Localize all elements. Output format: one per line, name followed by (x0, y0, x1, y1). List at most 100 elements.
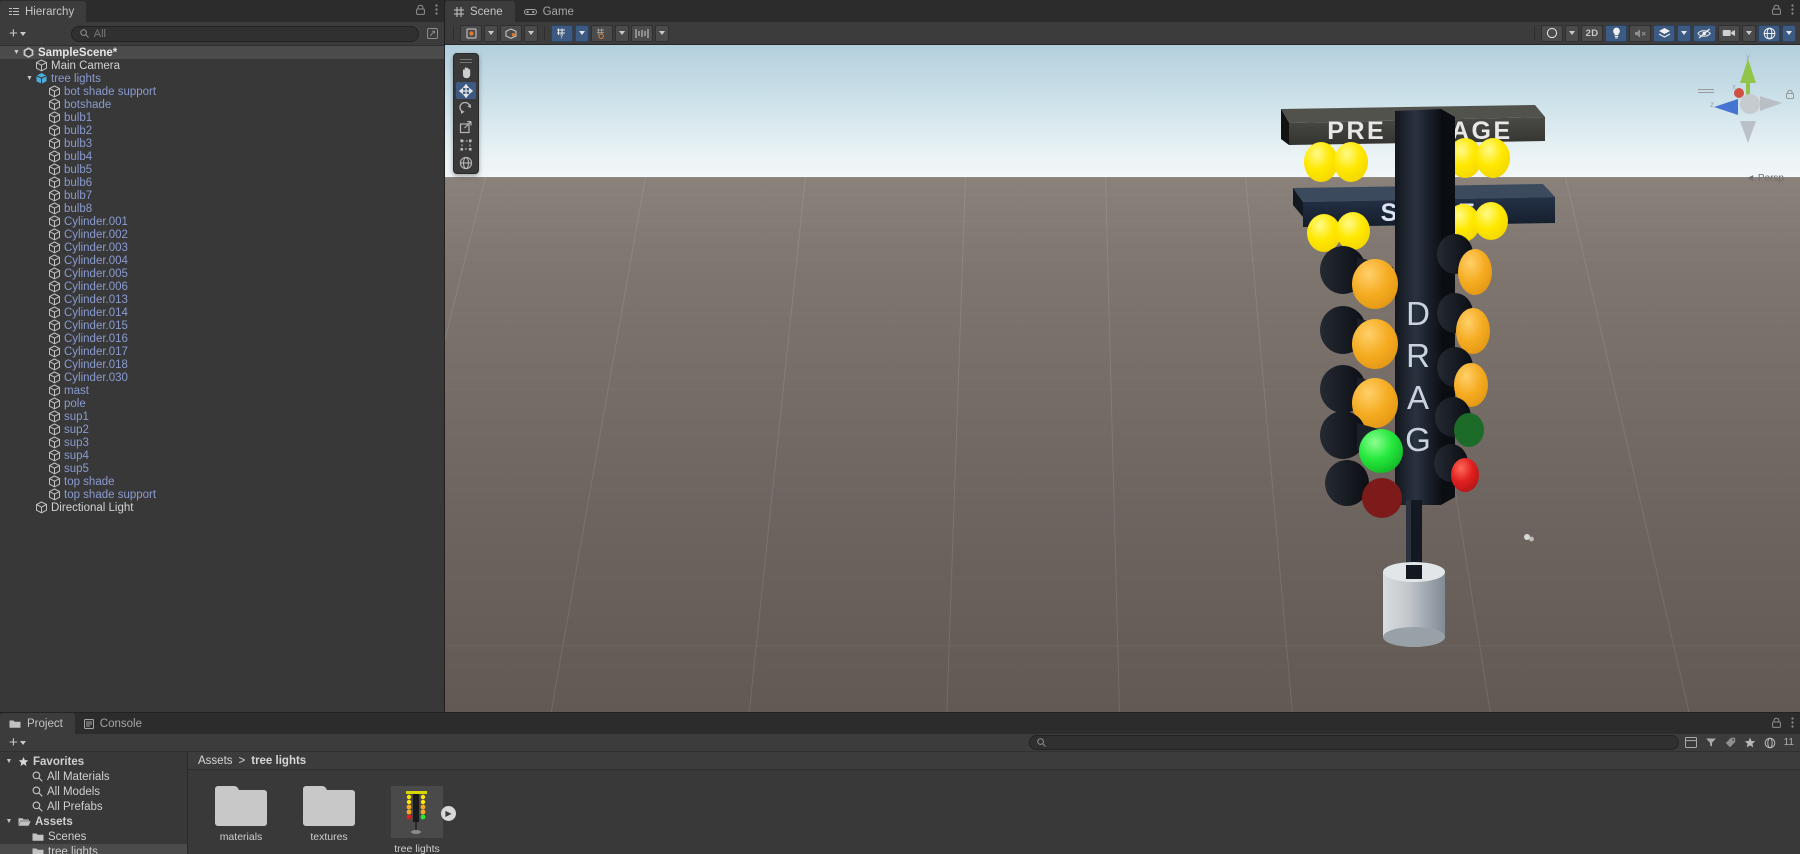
hierarchy-item-bulb2[interactable]: bulb2 (0, 124, 444, 137)
scene-orientation-gizmo[interactable]: y z x (1704, 51, 1792, 151)
hierarchy-item-bulb4[interactable]: bulb4 (0, 150, 444, 163)
project-lock-icon[interactable] (1772, 717, 1781, 728)
hierarchy-search-input[interactable]: All (70, 25, 419, 42)
snap-increment-dropdown[interactable] (655, 24, 669, 42)
asset-item-textures[interactable]: textures (298, 786, 360, 854)
hierarchy-tree[interactable]: ▼ SampleScene* Main Camera ▼ tree lights bot … (0, 46, 444, 712)
project-kebab-menu-icon[interactable] (1791, 717, 1794, 728)
scene-camera-dropdown[interactable] (1742, 24, 1756, 42)
rect-tool[interactable] (456, 136, 476, 153)
toggle-2d-button[interactable]: 2D (1581, 24, 1603, 42)
hand-tool[interactable] (456, 64, 476, 81)
hierarchy-item-sup4[interactable]: sup4 (0, 449, 444, 462)
draw-mode-dropdown[interactable] (484, 24, 498, 42)
asset-item-materials[interactable]: materials (210, 786, 272, 854)
disclosure-triangle-open[interactable]: ▼ (11, 49, 22, 56)
hierarchy-item-tree-lights[interactable]: ▼ tree lights (0, 72, 444, 85)
hierarchy-item-bulb1[interactable]: bulb1 (0, 111, 444, 124)
scene-tool-palette[interactable] (453, 53, 479, 174)
filter-label-icon[interactable] (1725, 737, 1736, 748)
hierarchy-item-samplescene[interactable]: ▼ SampleScene* (0, 46, 444, 59)
scene-kebab-menu-icon[interactable] (1791, 4, 1794, 15)
hierarchy-item-cylinder-004[interactable]: Cylinder.004 (0, 254, 444, 267)
project-tree-item-all-materials[interactable]: All Materials (0, 769, 187, 784)
move-tool[interactable] (456, 82, 476, 99)
hierarchy-item-cylinder-006[interactable]: Cylinder.006 (0, 280, 444, 293)
grid-snap-button[interactable] (591, 24, 613, 42)
scene-hidden-objects-toggle[interactable] (1693, 24, 1716, 42)
asset-item-tree-lights[interactable]: ▶ tree lights (386, 786, 456, 854)
snap-increment-button[interactable] (631, 24, 653, 42)
hierarchy-item-top-shade[interactable]: top shade (0, 475, 444, 488)
hierarchy-item-cylinder-014[interactable]: Cylinder.014 (0, 306, 444, 319)
breadcrumb-tree-lights[interactable]: tree lights (251, 755, 306, 767)
project-tree-item-favorites[interactable]: ▼ Favorites (0, 754, 187, 769)
hierarchy-item-botshade[interactable]: botshade (0, 98, 444, 111)
hierarchy-item-sup3[interactable]: sup3 (0, 436, 444, 449)
hierarchy-item-cylinder-016[interactable]: Cylinder.016 (0, 332, 444, 345)
scene-lock-icon[interactable] (1772, 4, 1781, 15)
transform-tool[interactable] (456, 154, 476, 171)
hierarchy-item-cylinder-030[interactable]: Cylinder.030 (0, 371, 444, 384)
hierarchy-item-cylinder-018[interactable]: Cylinder.018 (0, 358, 444, 371)
project-tree-item-all-models[interactable]: All Models (0, 784, 187, 799)
filter-favorite-icon[interactable] (1744, 737, 1756, 748)
hierarchy-item-cylinder-015[interactable]: Cylinder.015 (0, 319, 444, 332)
scene-shading-dropdown[interactable] (1565, 24, 1579, 42)
prefab-play-badge[interactable]: ▶ (441, 806, 456, 821)
project-folder-tree[interactable]: ▼ Favorites All Materials All Models All Pre… (0, 752, 188, 854)
tab-console[interactable]: Console (75, 713, 154, 734)
grid-dropdown[interactable] (575, 24, 589, 42)
hierarchy-item-bulb8[interactable]: bulb8 (0, 202, 444, 215)
scene-shading-mode-button[interactable] (1541, 24, 1563, 42)
scene-effects-toggle[interactable] (1653, 24, 1675, 42)
scene-gizmos-toggle[interactable] (1758, 24, 1780, 42)
hierarchy-item-bulb7[interactable]: bulb7 (0, 189, 444, 202)
breadcrumb[interactable]: Assets > tree lights (188, 752, 1800, 770)
hierarchy-extra-icon[interactable] (427, 28, 438, 39)
grid-visibility-button[interactable]: Y (551, 24, 573, 42)
hierarchy-add-button[interactable]: + (6, 25, 29, 42)
hierarchy-item-directional-light[interactable]: Directional Light (0, 501, 444, 514)
disclosure-triangle-open[interactable]: ▼ (24, 75, 35, 82)
scene-lighting-toggle[interactable] (1605, 24, 1627, 42)
tab-hierarchy[interactable]: Hierarchy (0, 1, 87, 22)
kebab-menu-icon[interactable] (435, 4, 438, 15)
hierarchy-item-bulb5[interactable]: bulb5 (0, 163, 444, 176)
tab-project[interactable]: Project (0, 713, 75, 734)
scene-projection-label[interactable]: ◄ Persp (1745, 173, 1784, 184)
tab-game[interactable]: Game (515, 1, 586, 22)
search-in-packages-icon[interactable] (1684, 737, 1697, 748)
project-add-button[interactable]: + (6, 734, 29, 751)
shading-dropdown[interactable] (524, 24, 538, 42)
hierarchy-item-main-camera[interactable]: Main Camera (0, 59, 444, 72)
gizmo-2d3d-button[interactable] (500, 24, 522, 42)
hierarchy-item-sup2[interactable]: sup2 (0, 423, 444, 436)
drag-racing-tree-model[interactable]: PRE - STAGE STAGE (765, 45, 1800, 705)
tab-scene[interactable]: Scene (445, 1, 515, 22)
hierarchy-item-sup5[interactable]: sup5 (0, 462, 444, 475)
hierarchy-item-bulb3[interactable]: bulb3 (0, 137, 444, 150)
project-badge-icon[interactable] (1764, 737, 1776, 749)
rotate-tool[interactable] (456, 100, 476, 117)
hierarchy-item-top-shade-support[interactable]: top shade support (0, 488, 444, 501)
project-tree-item-tree-lights[interactable]: tree lights (0, 844, 187, 854)
grid-snap-dropdown[interactable] (615, 24, 629, 42)
asset-grid[interactable]: materials textures ▶ tree lights (188, 770, 1800, 854)
hierarchy-item-cylinder-003[interactable]: Cylinder.003 (0, 241, 444, 254)
scene-gizmos-dropdown[interactable] (1782, 24, 1796, 42)
hierarchy-item-cylinder-017[interactable]: Cylinder.017 (0, 345, 444, 358)
lock-icon[interactable] (416, 4, 425, 15)
hierarchy-item-cylinder-002[interactable]: Cylinder.002 (0, 228, 444, 241)
hierarchy-item-cylinder-001[interactable]: Cylinder.001 (0, 215, 444, 228)
project-search-input[interactable] (1028, 735, 1679, 750)
project-tree-item-scenes[interactable]: Scenes (0, 829, 187, 844)
filter-type-icon[interactable] (1705, 737, 1717, 748)
hierarchy-item-cylinder-013[interactable]: Cylinder.013 (0, 293, 444, 306)
hierarchy-item-bot-shade-support[interactable]: bot shade support (0, 85, 444, 98)
hierarchy-item-cylinder-005[interactable]: Cylinder.005 (0, 267, 444, 280)
hierarchy-item-sup1[interactable]: sup1 (0, 410, 444, 423)
disclosure-triangle-open[interactable]: ▼ (4, 818, 14, 825)
scene-camera-button[interactable] (1718, 24, 1740, 42)
scene-viewport[interactable]: PRE - STAGE STAGE (445, 45, 1800, 712)
